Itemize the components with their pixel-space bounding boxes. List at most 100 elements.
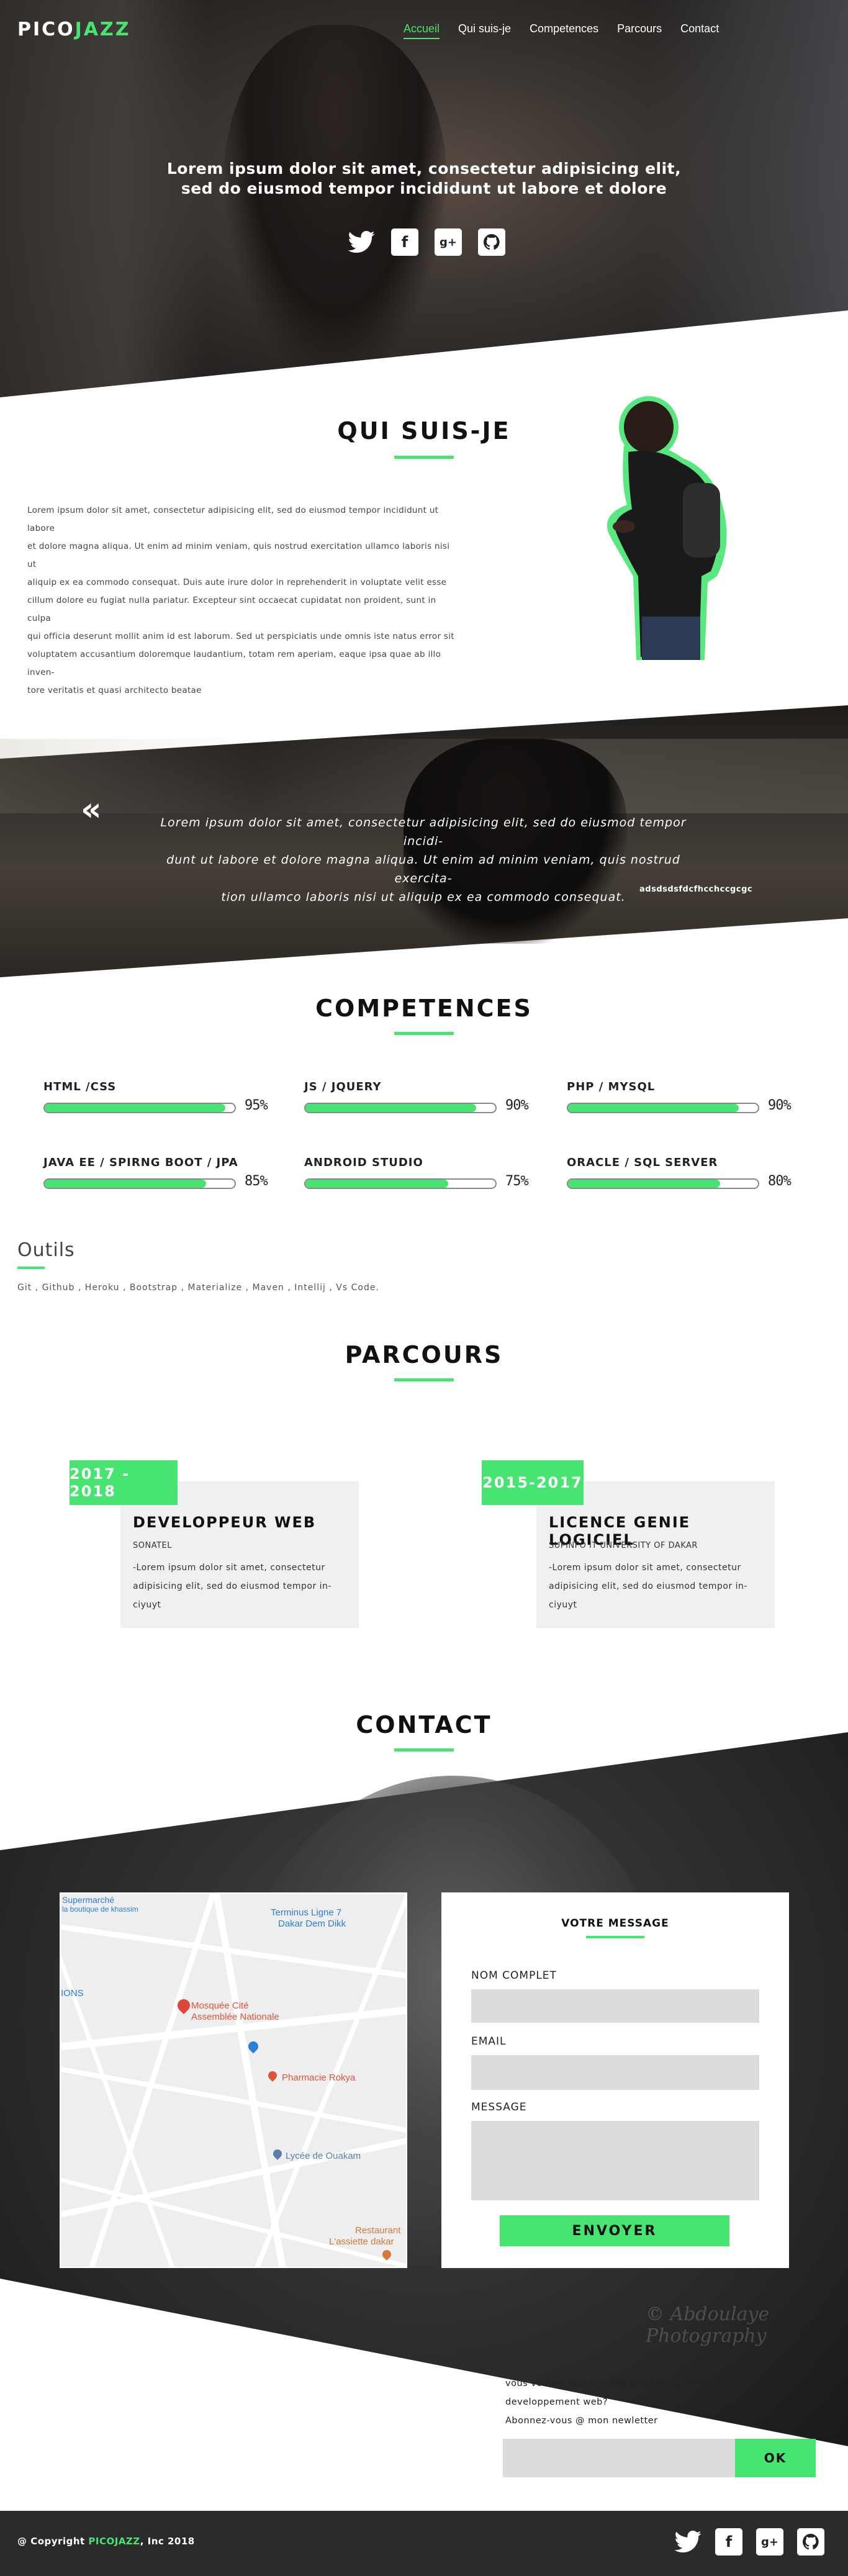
profile-photo [607,396,727,660]
footer-social-links: f g+ [674,2528,824,2556]
newsletter-text: vous voullez recevoir des articles passi… [505,2374,803,2430]
github-icon[interactable] [797,2528,824,2556]
hero-banner [0,0,848,397]
timeline-card-desc-line: ciyuyt [549,1600,577,1610]
map-label: Assemblée Nationale [191,2012,279,2022]
copyright-suffix: , Inc 2018 [140,2536,195,2547]
timeline-card-desc-line: ciyuyt [133,1600,161,1610]
map-label: Pharmacie Rokya [282,2072,356,2083]
quote-author: adsdsdsfdcfhcchccgcgc [639,885,753,894]
quote-text: Lorem ipsum dolor sit amet, consectetur … [144,813,703,906]
about-line: qui officia deserunt mollit anim id est … [27,631,454,641]
school-icon[interactable] [271,2148,284,2160]
skill-progress-bar [43,1178,236,1189]
section-underline-contact [394,1748,454,1751]
pharmacy-icon[interactable] [266,2069,279,2082]
section-underline-competences [394,1032,454,1035]
skill-name: PHP / MYSQL [567,1080,656,1093]
map-label: Lycée de Ouakam [286,2151,361,2161]
photo-watermark: © Abdoulaye Photography [646,2303,770,2347]
hero-background-left [0,0,205,397]
map-label: L'assiette dakar [329,2236,394,2247]
map-label: la boutique de khassim [62,1905,138,1914]
hero-tagline-line-1: Lorem ipsum dolor sit amet, consectetur … [166,160,682,178]
name-field[interactable] [471,1989,759,2023]
skill-progress-fill [568,1180,720,1188]
nav-item-competences[interactable]: Competences [530,22,598,39]
newsletter-line: Abonnez-vous @ mon newletter [505,2416,658,2426]
email-field[interactable] [471,2055,759,2090]
nav-item-qui-suis-je[interactable]: Qui suis-je [458,22,511,39]
message-field[interactable] [471,2121,759,2200]
section-title-contact: CONTACT [356,1711,492,1738]
logo[interactable]: PICOJAZZ [17,19,131,40]
copyright: @ Copyright PICOJAZZ, Inc 2018 [17,2536,195,2547]
section-title-competences: COMPETENCES [315,995,533,1022]
quote-line-1: Lorem ipsum dolor sit amet, consectetur … [160,816,687,848]
main-nav: Accueil Qui suis-je Competences Parcours… [404,22,719,39]
contact-form-underline [586,1936,644,1938]
skill-percent: 90% [768,1098,792,1113]
timeline-card-description: -Lorem ipsum dolor sit amet, consectetur… [133,1558,350,1614]
google-plus-icon[interactable]: g+ [756,2528,783,2556]
skill-progress-fill [568,1104,739,1112]
twitter-icon[interactable] [674,2528,701,2556]
timeline-card-desc-line: -Lorem ipsum dolor sit amet, consectetur [549,1563,741,1573]
newsletter-line: vous voullez recevoir des articles passi… [505,2379,762,2388]
skill-progress-bar [304,1103,497,1113]
nav-item-accueil[interactable]: Accueil [404,22,440,39]
about-line: cillum dolore eu fugiat nulla pariatur. … [27,595,436,623]
newsletter-email-input[interactable] [503,2439,735,2477]
skill-name: JAVA EE / SPIRNG BOOT / JPA [43,1156,238,1169]
skill-progress-bar [304,1178,497,1189]
map-label: Dakar Dem Dikk [278,1918,346,1929]
about-line: voluptatem accusantium doloremque laudan… [27,649,441,677]
newsletter-ok-button[interactable]: OK [735,2439,816,2477]
hero-tagline-line-2: sed do eiusmod tempor incididunt ut labo… [181,179,667,197]
skill-percent: 75% [505,1173,529,1189]
skill-name: HTML /CSS [43,1080,117,1093]
map-road [61,2173,406,2267]
logo-part-2: JAZZ [74,19,131,40]
timeline-card-desc-line: -Lorem ipsum dolor sit amet, consectetur [133,1563,325,1573]
facebook-icon[interactable]: f [391,228,418,256]
send-button[interactable]: ENVOYER [500,2215,729,2246]
github-icon[interactable] [478,228,505,256]
message-label: MESSAGE [471,2101,527,2113]
footer: @ Copyright PICOJAZZ, Inc 2018 f g+ [0,2511,848,2576]
skill-item: HTML /CSS 95% [43,1080,279,1113]
skill-progress-bar [567,1178,759,1189]
section-title-parcours: PARCOURS [345,1341,503,1368]
skill-item: JS / JQUERY 90% [304,1080,540,1113]
nav-item-contact[interactable]: Contact [680,22,719,39]
nav-item-parcours[interactable]: Parcours [617,22,662,39]
newsletter-line: developpement web? [505,2397,608,2407]
map-poi-icon[interactable] [246,2039,261,2054]
section-underline-about [394,456,454,459]
twitter-icon[interactable] [348,228,375,256]
copyright-brand[interactable]: PICOJAZZ [88,2536,140,2547]
location-map[interactable]: Supermarché la boutique de khassim Termi… [60,1892,407,2268]
timeline-year-badge: 2017 - 2018 [70,1460,178,1505]
hero-social-links: f g+ [348,228,505,256]
google-plus-icon[interactable]: g+ [435,228,462,256]
about-line: tore veritatis et quasi architecto beata… [27,685,202,695]
quote-line-2: dunt ut labore et dolore magna aliqua. U… [166,853,680,885]
timeline-card-organization: SUPINFO IT UNIVERSITY OF DAKAR [549,1541,698,1550]
skill-item: ORACLE / SQL SERVER 80% [567,1156,803,1189]
facebook-icon[interactable]: f [715,2528,742,2556]
map-label: Restaurant [355,2225,401,2236]
contact-form: VOTRE MESSAGE NOM COMPLET EMAIL MESSAGE … [441,1892,789,2268]
skill-progress-fill [45,1180,207,1188]
quote-mark-icon: « [81,791,102,828]
tools-title: Outils [17,1239,75,1261]
timeline-card-title: DEVELOPPEUR WEB [133,1514,317,1531]
skill-percent: 90% [505,1098,529,1113]
timeline-card-description: -Lorem ipsum dolor sit amet, consectetur… [549,1558,766,1614]
logo-part-1: PICO [17,19,75,40]
skill-percent: 95% [245,1098,268,1113]
section-underline-parcours [394,1378,454,1381]
skill-name: ORACLE / SQL SERVER [567,1156,718,1169]
map-label: Mosquée Cité [191,2000,249,2011]
tools-list: Git , Github , Heroku , Bootstrap , Mate… [17,1283,379,1293]
